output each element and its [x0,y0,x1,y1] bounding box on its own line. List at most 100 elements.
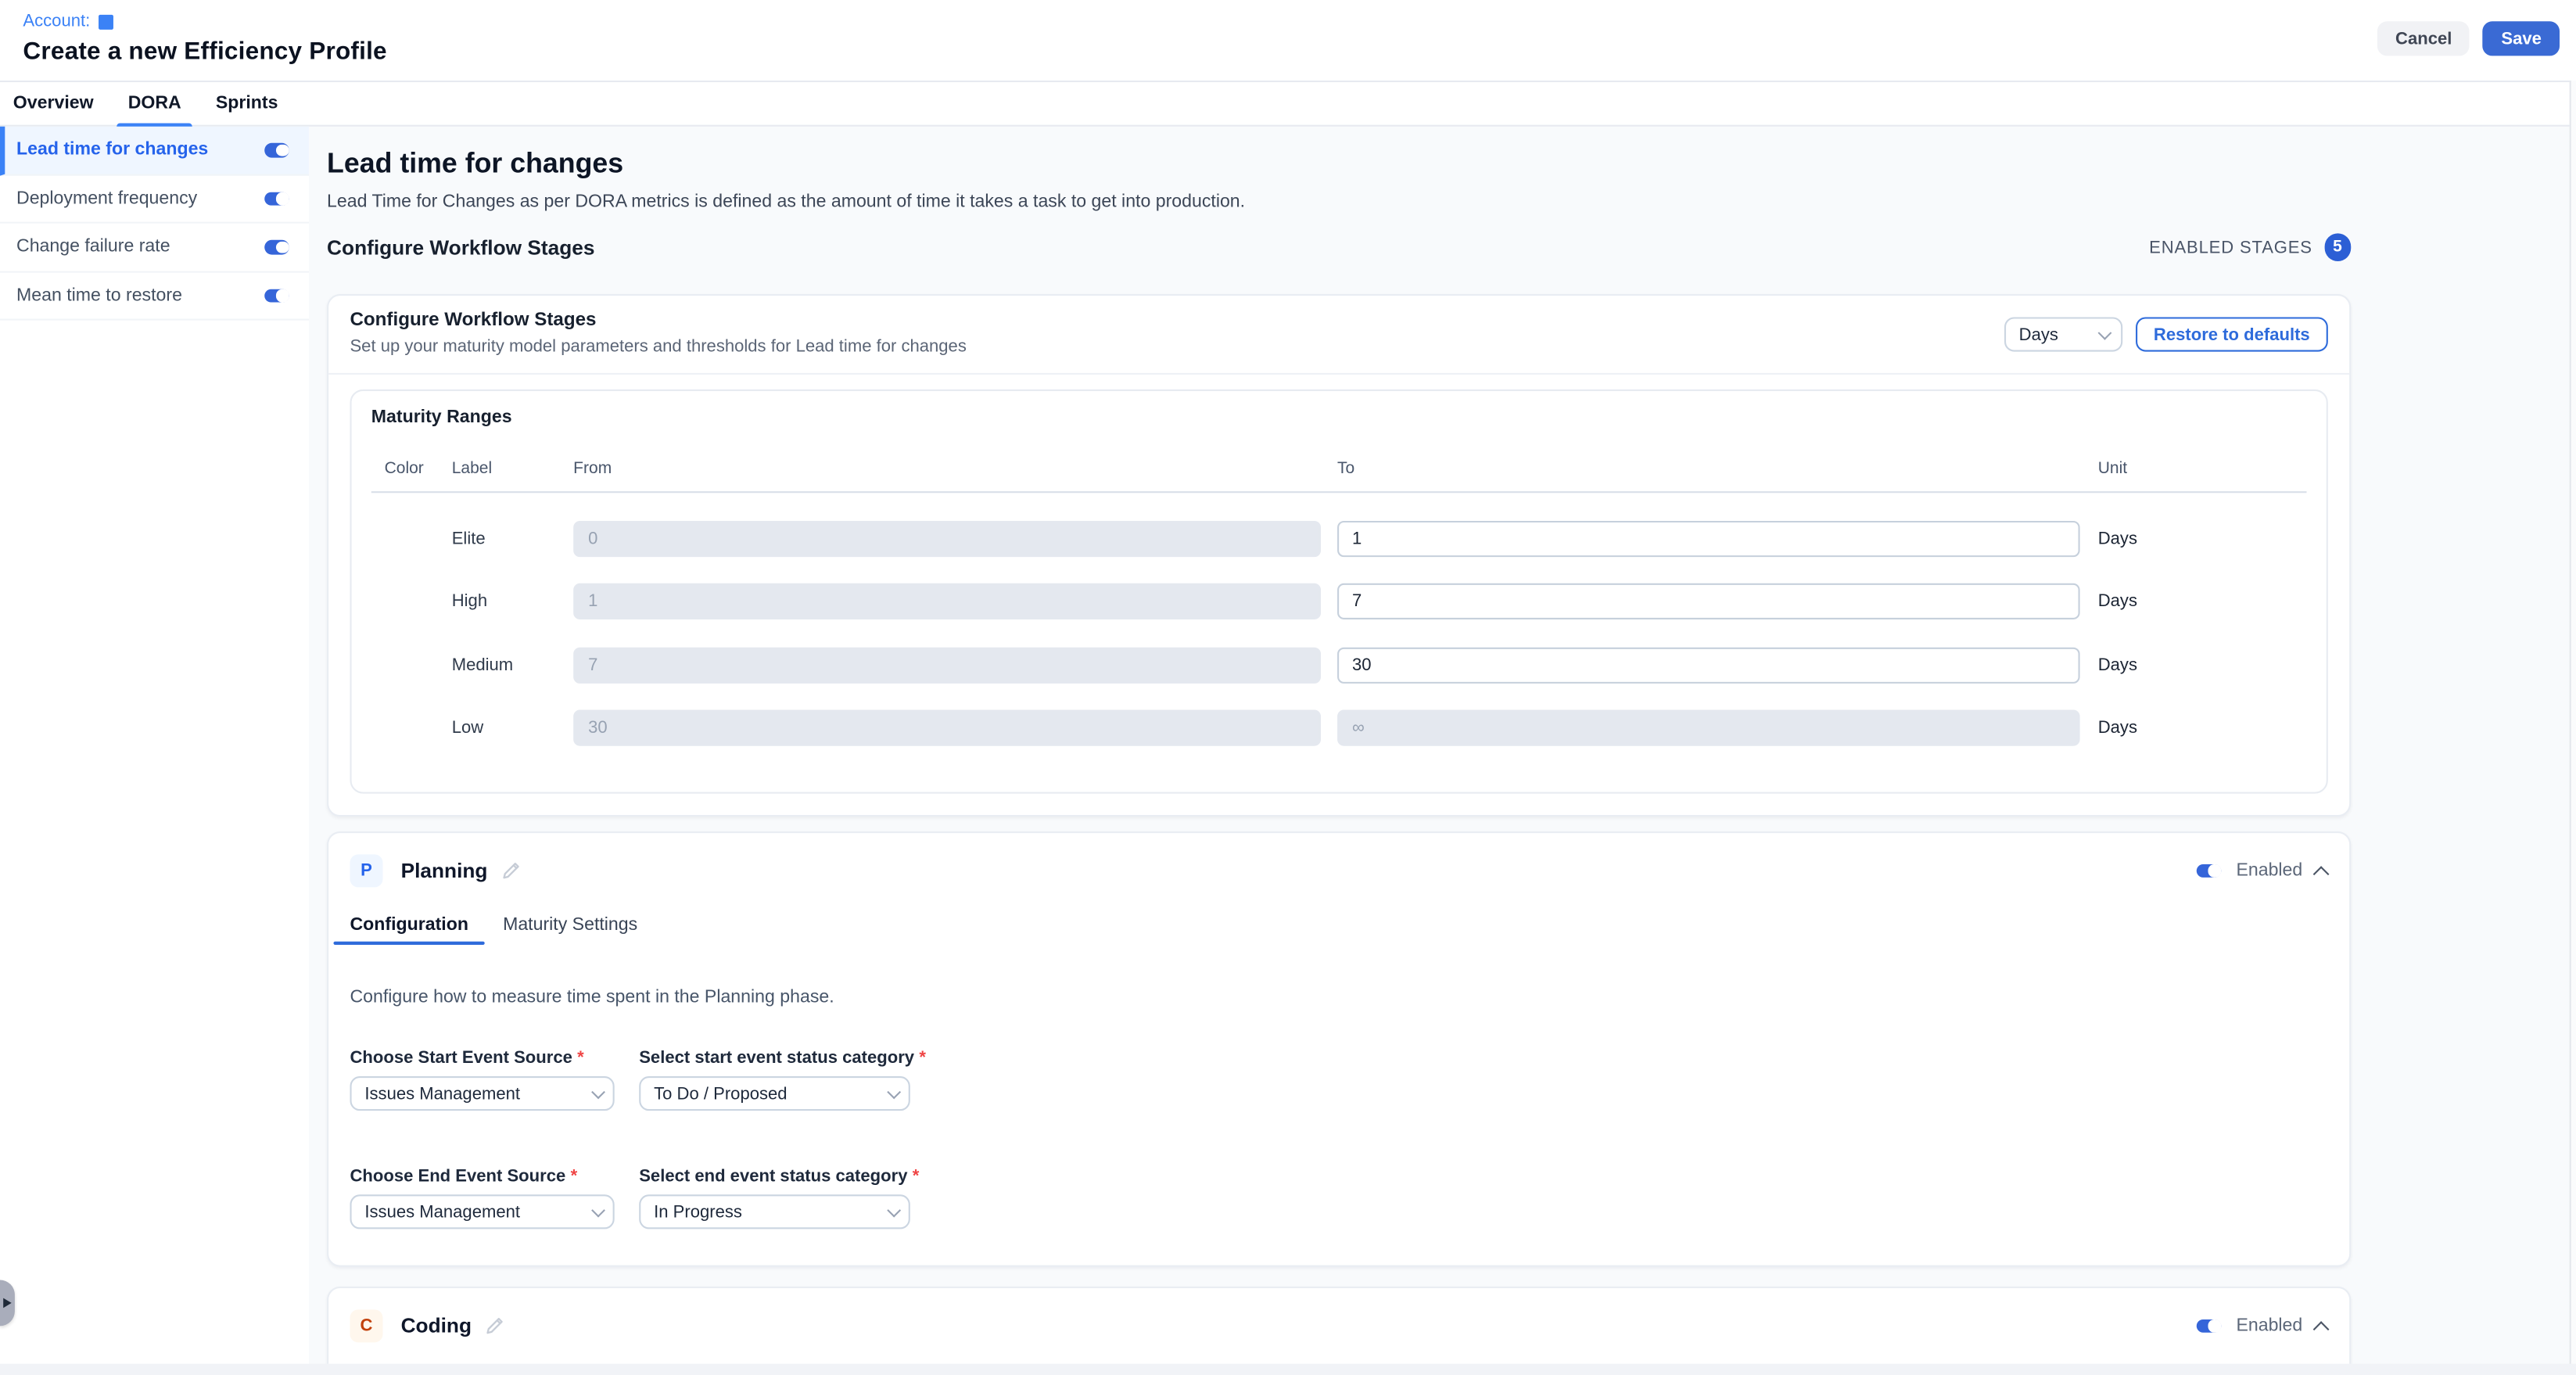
workflow-stages-card: Configure Workflow Stages Set up your ma… [327,294,2351,817]
col-header-from: From [573,460,1321,479]
start-status-category-label: Select start event status category* [639,1048,926,1069]
planning-enabled-toggle[interactable] [2197,863,2222,878]
enabled-stages-label: ENABLED STAGES [2149,238,2312,257]
start-status-category-select[interactable]: To Do / Proposed [639,1076,910,1111]
account-link[interactable]: Account: [23,12,90,31]
required-asterisk: * [571,1167,578,1187]
maturity-table-header: Color Label From To Unit [371,460,2307,493]
sidebar-item-label: Change failure rate [16,237,170,257]
required-asterisk: * [913,1167,920,1187]
chevron-down-icon [887,1085,899,1097]
top-tab-bar: Overview DORA Sprints [0,81,2576,127]
maturity-label: Medium [452,655,573,674]
coding-enabled-toggle[interactable] [2197,1319,2222,1333]
tab-dora[interactable]: DORA [128,82,181,125]
end-status-category-value: In Progress [654,1202,742,1222]
mean-time-to-restore-toggle[interactable] [264,289,289,303]
bottom-scrollbar-track [0,1364,2576,1375]
required-asterisk: * [919,1048,926,1068]
required-asterisk: * [577,1048,584,1068]
medium-to-input[interactable] [1337,647,2080,683]
end-event-source-label: Choose End Event Source* [350,1167,614,1188]
section-title: Configure Workflow Stages [327,235,594,258]
col-header-label: Label [452,460,573,479]
maturity-row-elite: Elite Days [371,520,2307,556]
save-button[interactable]: Save [2483,21,2560,56]
start-event-source-value: Issues Management [364,1083,520,1103]
unit-select-value: Days [2019,325,2058,344]
breadcrumb: Account: [23,12,2553,31]
cancel-button[interactable]: Cancel [2377,21,2470,56]
page-header: Account: Create a new Efficiency Profile… [0,0,2576,81]
unit-value: Days [2098,718,2307,738]
edit-pencil-icon[interactable] [500,861,520,881]
unit-value: Days [2098,528,2307,547]
tab-overview[interactable]: Overview [13,82,94,125]
end-status-category-label: Select end event status category* [639,1167,919,1188]
coding-stage-name: Coding [401,1315,472,1337]
planning-stage-avatar: P [350,854,382,887]
maturity-label: Elite [452,528,573,547]
tab-sprints[interactable]: Sprints [216,82,278,125]
low-to-input [1337,710,2080,746]
maturity-row-high: High Days [371,583,2307,619]
metric-title: Lead time for changes [327,146,2351,182]
elite-from-input [573,520,1321,556]
col-header-to: To [1337,460,2080,479]
unit-select[interactable]: Days [2004,317,2122,351]
high-to-input[interactable] [1337,583,2080,619]
chevron-down-icon [887,1203,899,1215]
chevron-down-icon [2099,325,2111,338]
maturity-ranges-card: Maturity Ranges Color Label From To Unit [350,390,2327,794]
unit-value: Days [2098,655,2307,674]
deployment-frequency-toggle[interactable] [264,192,289,206]
sidebar-item-label: Lead time for changes [16,140,208,160]
arrow-right-icon [3,1298,12,1309]
collapse-chevron-up-icon[interactable] [2312,1321,2327,1336]
edit-pencil-icon[interactable] [485,1316,504,1336]
low-from-input [573,710,1321,746]
maturity-row-medium: Medium Days [371,647,2307,683]
planning-stage-card: P Planning Enabled Con [327,831,2351,1267]
planning-tab-configuration[interactable]: Configuration [350,915,468,945]
start-event-source-select[interactable]: Issues Management [350,1076,614,1111]
maturity-label: Low [452,718,573,738]
page-title: Create a new Efficiency Profile [23,38,2553,66]
high-from-input [573,583,1321,619]
app-root: Account: Create a new Efficiency Profile… [0,0,2576,1375]
end-status-category-select[interactable]: In Progress [639,1194,910,1229]
col-header-unit: Unit [2098,460,2307,479]
start-event-source-label: Choose Start Event Source* [350,1048,614,1069]
metrics-sidebar: Lead time for changes Deployment frequen… [0,127,309,1375]
workflow-card-title: Configure Workflow Stages [350,311,966,332]
maturity-ranges-title: Maturity Ranges [371,407,2307,429]
workflow-card-subtitle: Set up your maturity model parameters an… [350,337,966,358]
end-event-source-value: Issues Management [364,1202,520,1222]
maturity-label: High [452,591,573,611]
coding-stage-avatar: C [350,1309,382,1342]
restore-defaults-button[interactable]: Restore to defaults [2136,317,2328,351]
medium-from-input [573,647,1321,683]
end-event-source-select[interactable]: Issues Management [350,1194,614,1229]
collapse-chevron-up-icon[interactable] [2312,866,2327,881]
sidebar-item-lead-time-for-changes[interactable]: Lead time for changes [0,127,309,175]
unit-value: Days [2098,591,2307,611]
sidebar-item-change-failure-rate[interactable]: Change failure rate [0,224,309,272]
header-actions: Cancel Save [2377,21,2560,56]
planning-enabled-label: Enabled [2236,861,2302,881]
lead-time-toggle[interactable] [264,143,289,157]
elite-to-input[interactable] [1337,520,2080,556]
main-content: Lead time for changes Lead Time for Chan… [309,127,2576,1375]
vertical-scrollbar[interactable] [2570,81,2576,1375]
sidebar-item-label: Mean time to restore [16,285,182,305]
coding-stage-card: C Coding Enabled Confi [327,1287,2351,1375]
coding-enabled-label: Enabled [2236,1316,2302,1336]
start-status-category-value: To Do / Proposed [654,1083,787,1103]
planning-tab-maturity-settings[interactable]: Maturity Settings [503,915,637,945]
maturity-row-low: Low Days [371,710,2307,746]
change-failure-rate-toggle[interactable] [264,240,289,254]
planning-stage-name: Planning [401,860,488,882]
sidebar-item-mean-time-to-restore[interactable]: Mean time to restore [0,272,309,321]
sidebar-item-deployment-frequency[interactable]: Deployment frequency [0,175,309,224]
planning-config-description: Configure how to measure time spent in t… [350,985,2327,1008]
